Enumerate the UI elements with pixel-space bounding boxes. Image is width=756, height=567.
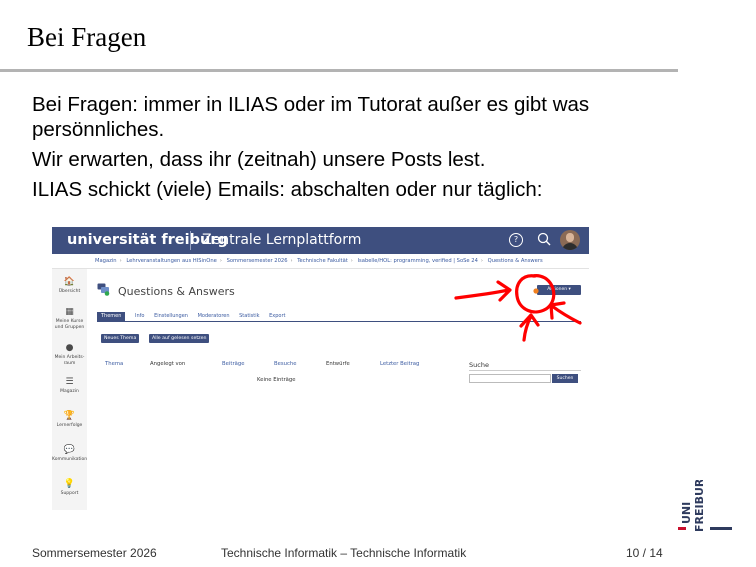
footer-course: Technische Informatik – Technische Infor… xyxy=(221,546,467,560)
annotation-arrow-bottom xyxy=(519,313,540,342)
uni-freiburg-logo: UNI FREIBURG xyxy=(678,480,732,532)
svg-text:UNI: UNI xyxy=(680,502,693,524)
notification-bell-icon xyxy=(533,288,539,294)
annotation-arrow-right xyxy=(549,301,582,325)
footer-page-number: 10 / 14 xyxy=(626,546,663,560)
annotation-circle xyxy=(515,274,556,314)
red-annotation-drawing xyxy=(454,274,582,342)
svg-text:FREIBURG: FREIBURG xyxy=(693,480,706,532)
annotation-arrow-left xyxy=(454,280,512,302)
footer-semester: Sommersemester 2026 xyxy=(32,546,157,560)
